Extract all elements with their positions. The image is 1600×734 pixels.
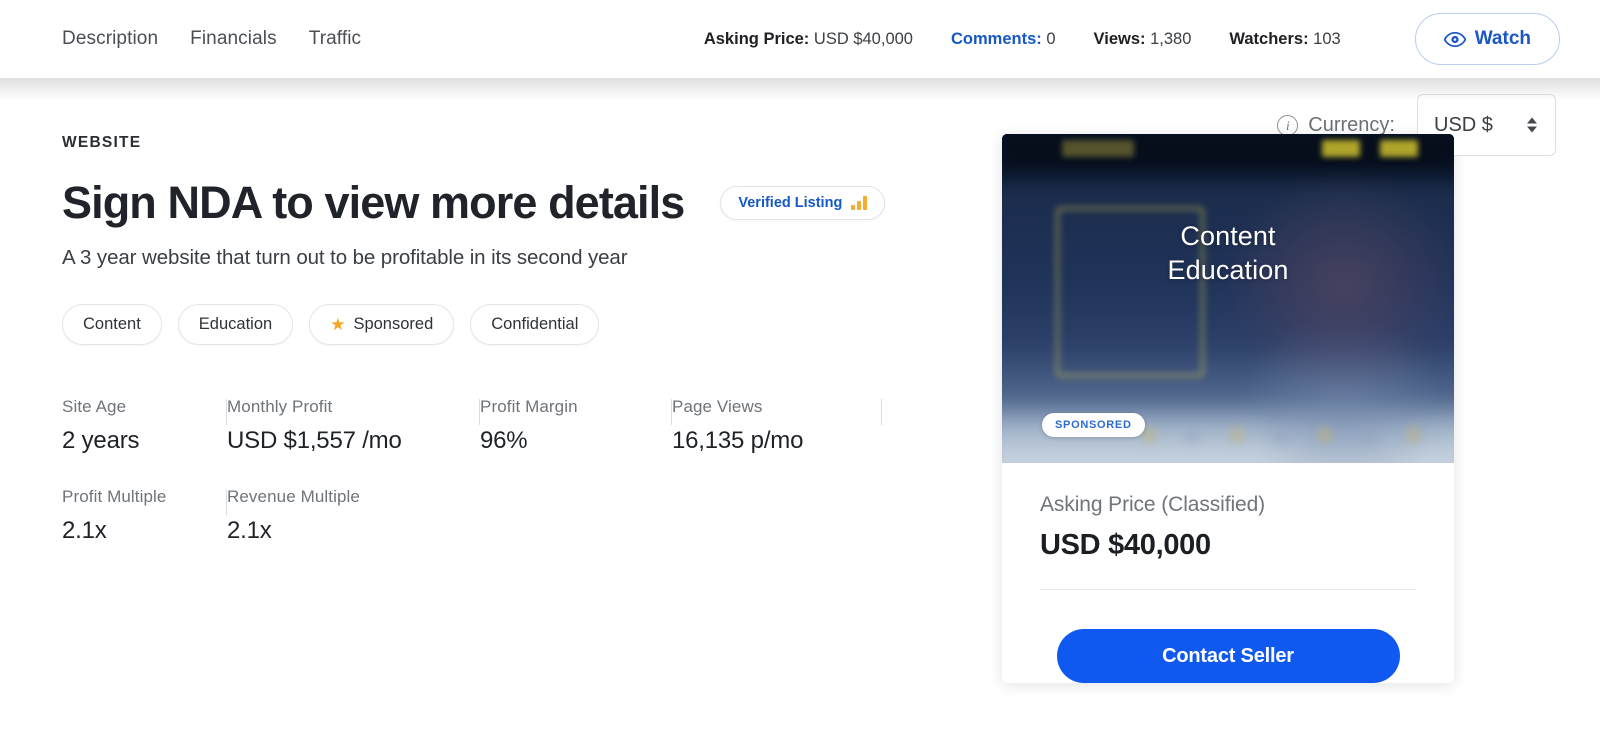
stat-comments[interactable]: Comments: 0 [951, 30, 1056, 49]
metric-revenue-multiple: Revenue Multiple 2.1x [227, 487, 480, 545]
header-stats: Asking Price: USD $40,000 Comments: 0 Vi… [704, 13, 1560, 65]
stat-watchers: Watchers: 103 [1229, 30, 1340, 49]
listing-thumbnail[interactable]: Content Education SPONSORED [1002, 134, 1454, 463]
info-circle-icon[interactable]: i [1277, 115, 1298, 136]
metric-page-views-value: 16,135 p/mo [672, 427, 882, 455]
thumbnail-footer-dots [1142, 427, 1434, 445]
watch-button-label: Watch [1475, 28, 1531, 50]
star-icon: ★ [330, 316, 345, 333]
tab-traffic[interactable]: Traffic [309, 28, 361, 50]
tag-confidential[interactable]: Confidential [470, 304, 599, 345]
stat-views: Views: 1,380 [1094, 30, 1192, 49]
verified-listing-label: Verified Listing [738, 195, 842, 211]
stat-asking-price-label: Asking Price: [704, 30, 809, 48]
thumbnail-title-line-1: Content [1002, 219, 1454, 253]
tab-financials[interactable]: Financials [190, 28, 277, 50]
contact-seller-button[interactable]: Contact Seller [1057, 629, 1400, 683]
tag-content[interactable]: Content [62, 304, 162, 345]
eye-icon [1444, 32, 1466, 47]
metric-monthly-profit: Monthly Profit USD $1,557 /mo [227, 397, 480, 455]
metric-revenue-multiple-label: Revenue Multiple [227, 487, 480, 507]
metric-page-views: Page Views 16,135 p/mo [672, 397, 882, 455]
stat-watchers-value: 103 [1313, 30, 1341, 48]
metric-site-age: Site Age 2 years [62, 397, 227, 455]
title-row: Sign NDA to view more details Verified L… [62, 178, 958, 228]
page-title: Sign NDA to view more details [62, 178, 684, 228]
card-divider [1040, 589, 1416, 590]
metric-profit-multiple-label: Profit Multiple [62, 487, 227, 507]
stat-comments-label: Comments: [951, 30, 1042, 48]
metric-revenue-multiple-value: 2.1x [227, 517, 480, 545]
listing-summary-card: Content Education SPONSORED Asking Price… [1002, 134, 1454, 683]
metric-profit-margin: Profit Margin 96% [480, 397, 672, 455]
listing-metrics: Site Age 2 years Monthly Profit USD $1,5… [62, 397, 958, 545]
tag-content-label: Content [83, 315, 141, 334]
metric-profit-margin-value: 96% [480, 427, 672, 455]
metric-page-views-label: Page Views [672, 397, 882, 417]
stat-asking-price: Asking Price: USD $40,000 [704, 30, 913, 49]
tag-sponsored[interactable]: ★ Sponsored [309, 304, 454, 345]
metric-profit-margin-label: Profit Margin [480, 397, 672, 417]
listing-subtitle: A 3 year website that turn out to be pro… [62, 246, 958, 270]
watch-button[interactable]: Watch [1415, 13, 1560, 65]
tab-description[interactable]: Description [62, 28, 158, 50]
listing-tags: Content Education ★ Sponsored Confidenti… [62, 304, 958, 345]
thumbnail-accent-1 [1062, 140, 1134, 157]
stat-asking-price-value: USD $40,000 [814, 30, 913, 48]
tag-confidential-label: Confidential [491, 315, 578, 334]
tag-education-label: Education [199, 315, 272, 334]
nav-tabs: Description Financials Traffic [62, 28, 361, 50]
stat-views-label: Views: [1094, 30, 1146, 48]
bar-chart-icon [851, 196, 867, 210]
stat-views-value: 1,380 [1150, 30, 1191, 48]
metric-site-age-label: Site Age [62, 397, 227, 417]
verified-listing-badge[interactable]: Verified Listing [720, 186, 885, 220]
sponsored-badge: SPONSORED [1042, 413, 1145, 437]
asking-price-label: Asking Price (Classified) [1040, 493, 1416, 517]
thumbnail-accent-3 [1380, 140, 1418, 157]
thumbnail-accent-2 [1322, 140, 1360, 157]
asking-price-value: USD $40,000 [1040, 529, 1416, 562]
card-body: Asking Price (Classified) USD $40,000 Co… [1002, 463, 1454, 683]
metric-profit-multiple-value: 2.1x [62, 517, 227, 545]
thumbnail-title-line-2: Education [1002, 253, 1454, 287]
metric-site-age-value: 2 years [62, 427, 227, 455]
stat-watchers-label: Watchers: [1229, 30, 1308, 48]
page-body: i Currency: USD $ WEBSITE Sign NDA to vi… [0, 78, 1600, 683]
metric-profit-multiple: Profit Multiple 2.1x [62, 487, 227, 545]
tag-sponsored-label: Sponsored [353, 315, 433, 334]
top-navigation-bar: Description Financials Traffic Asking Pr… [0, 0, 1600, 78]
metric-monthly-profit-value: USD $1,557 /mo [227, 427, 480, 455]
stat-comments-value: 0 [1046, 30, 1055, 48]
thumbnail-title: Content Education [1002, 219, 1454, 287]
metric-monthly-profit-label: Monthly Profit [227, 397, 480, 417]
up-down-chevron-icon [1527, 118, 1537, 133]
listing-details-column: WEBSITE Sign NDA to view more details Ve… [0, 134, 1002, 683]
tag-education[interactable]: Education [178, 304, 293, 345]
sidebar-column: Content Education SPONSORED Asking Price… [1002, 134, 1600, 683]
